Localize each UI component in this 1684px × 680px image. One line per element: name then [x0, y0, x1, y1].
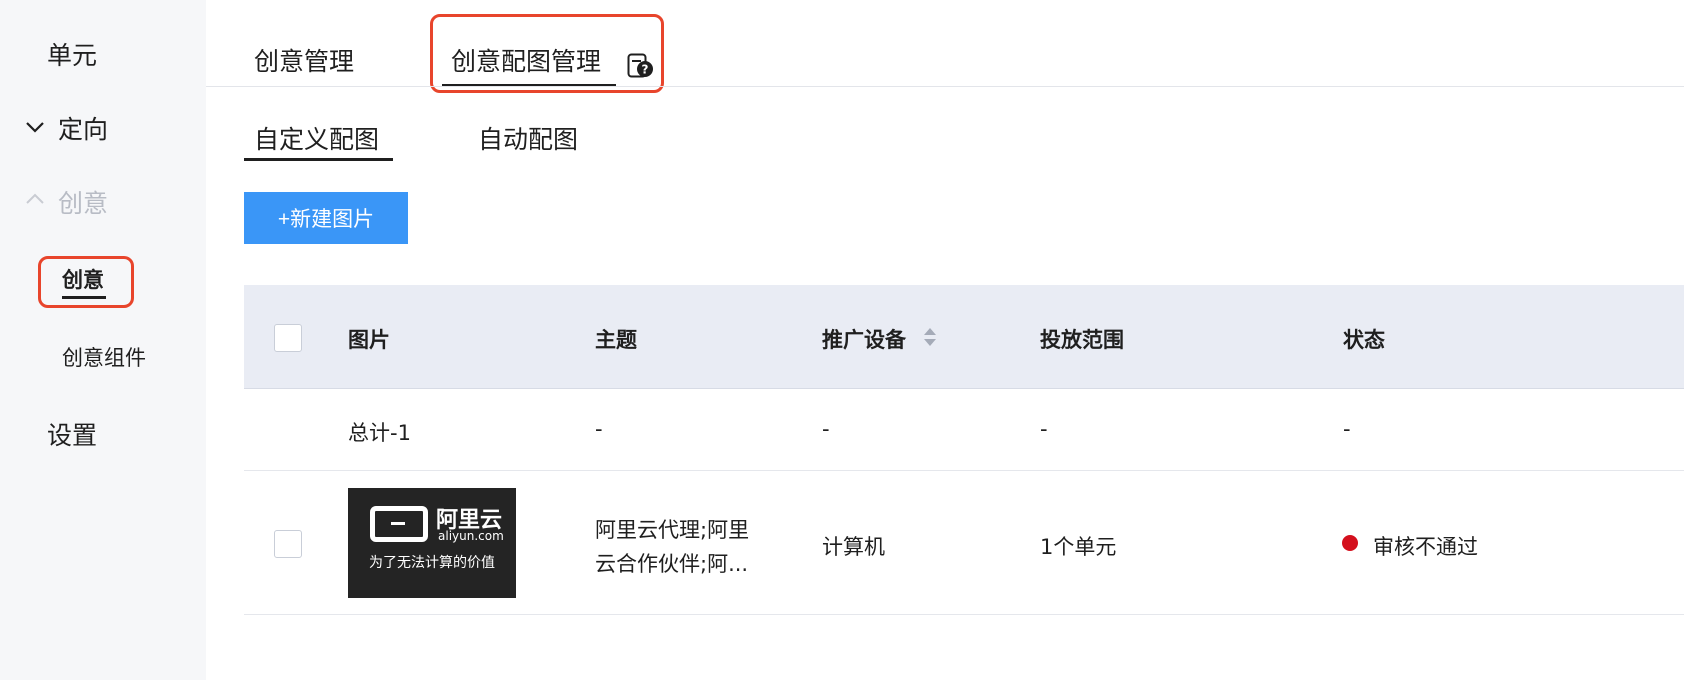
tab-label: 自动配图 [478, 125, 579, 154]
sidebar-item-label: 设置 [47, 421, 98, 450]
row-device: 计算机 [822, 535, 885, 559]
summary-status: - [1343, 417, 1351, 441]
tab-divider [206, 86, 1684, 87]
active-subtab-indicator [244, 158, 393, 161]
tab-label: 创意管理 [254, 47, 355, 76]
help-doc-icon[interactable]: ? [627, 53, 655, 79]
column-header-device[interactable]: 推广设备 [822, 324, 906, 354]
row-range[interactable]: 1个单元 [1040, 531, 1116, 561]
summary-label: 总计-1 [348, 421, 411, 445]
creative-thumbnail[interactable]: 阿里云 aliyun.com 为了无法计算的价值 [348, 488, 516, 598]
sidebar-item-targeting[interactable]: 定向 [26, 110, 109, 146]
tab-creative-management[interactable]: 创意管理 [254, 42, 354, 78]
svg-text:?: ? [642, 63, 649, 77]
tab-custom-image[interactable]: 自定义配图 [254, 120, 379, 156]
sidebar-item-creative[interactable]: 创意 [26, 184, 109, 220]
row-divider [244, 614, 1684, 615]
status-dot-icon [1342, 535, 1358, 551]
sidebar-subitem-creative[interactable]: 创意 [62, 264, 104, 294]
summary-device: - [822, 417, 830, 441]
sidebar-subitem-label: 创意组件 [62, 346, 146, 370]
tab-auto-image[interactable]: 自动配图 [478, 120, 578, 156]
sidebar-item-settings[interactable]: 设置 [47, 416, 97, 452]
row-divider [244, 470, 1684, 471]
table-header [244, 285, 1684, 389]
sidebar-subitem-label: 创意 [62, 268, 104, 292]
column-header-theme: 主题 [595, 328, 637, 352]
sidebar-item-label: 单元 [47, 41, 98, 70]
column-header-image: 图片 [348, 328, 390, 352]
tab-label: 创意配图管理 [451, 47, 602, 76]
row-status: 审核不通过 [1373, 535, 1478, 559]
tab-creative-image-management[interactable]: 创意配图管理 [451, 42, 601, 78]
sidebar-subitem-creative-component[interactable]: 创意组件 [62, 342, 146, 372]
select-all-checkbox[interactable] [274, 324, 302, 352]
chevron-up-icon [26, 193, 44, 204]
row-theme-line1: 阿里云代理;阿里 [595, 518, 750, 542]
sort-icon[interactable] [922, 326, 938, 348]
logo-dash [391, 522, 405, 525]
row-theme-line2: 云合作伙伴;阿... [595, 552, 749, 576]
column-header-status: 状态 [1343, 328, 1385, 352]
sidebar: 单元 定向 创意 创意 创意组件 设置 [0, 0, 206, 680]
row-checkbox[interactable] [274, 530, 302, 558]
column-header-range: 投放范围 [1040, 328, 1124, 352]
new-image-button[interactable]: +新建图片 [244, 192, 408, 244]
sidebar-item-unit[interactable]: 单元 [47, 36, 97, 72]
summary-theme: - [595, 417, 603, 441]
summary-range: - [1040, 417, 1048, 441]
thumbnail-domain: aliyun.com [438, 529, 504, 543]
sidebar-item-label: 定向 [58, 115, 109, 144]
sidebar-item-label: 创意 [58, 189, 109, 218]
active-indicator [62, 296, 106, 299]
thumbnail-slogan: 为了无法计算的价值 [369, 555, 495, 571]
tab-label: 自定义配图 [254, 125, 380, 154]
chevron-down-icon [26, 122, 44, 133]
